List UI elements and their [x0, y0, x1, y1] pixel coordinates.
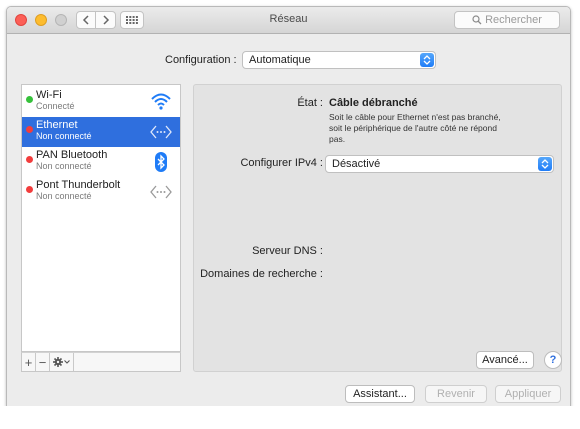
search-field[interactable]: Rechercher — [454, 11, 560, 29]
assistant-button[interactable]: Assistant... — [345, 385, 415, 403]
service-item-thunderbolt-bridge[interactable]: Pont Thunderbolt Non connecté — [22, 177, 180, 207]
service-list-toolbar: + − — [21, 352, 181, 372]
ethernet-icon — [150, 125, 172, 139]
configuration-label: Configuration : — [165, 54, 237, 66]
service-item-bluetooth-pan[interactable]: PAN Bluetooth Non connecté — [22, 147, 180, 177]
service-status: Non connecté — [36, 161, 92, 171]
help-button[interactable]: ? — [544, 351, 562, 369]
advanced-button[interactable]: Avancé... — [476, 351, 534, 369]
status-dot-connected — [26, 96, 33, 103]
gear-icon — [53, 357, 63, 367]
add-service-button[interactable]: + — [22, 353, 36, 371]
apply-button[interactable]: Appliquer — [495, 385, 561, 403]
chevron-down-icon — [64, 360, 70, 364]
configure-ipv4-popup[interactable]: Désactivé — [325, 155, 554, 173]
state-value: Câble débranché — [329, 97, 418, 109]
popup-arrows-icon — [420, 53, 434, 67]
state-label: État : — [297, 97, 323, 109]
configure-ipv4-value: Désactivé — [332, 158, 381, 170]
configuration-popup[interactable]: Automatique — [242, 51, 436, 69]
service-detail-panel: État : Câble débranché Soit le câble pou… — [193, 84, 562, 372]
title-bar: Réseau Rechercher — [7, 7, 570, 34]
service-item-ethernet[interactable]: Ethernet Non connecté — [22, 117, 180, 147]
service-list: Wi-Fi Connecté Ethernet Non connecté PAN… — [21, 84, 181, 352]
service-name: Ethernet — [36, 119, 78, 131]
dns-server-label: Serveur DNS : — [252, 245, 323, 257]
remove-service-button[interactable]: − — [36, 353, 50, 371]
state-description: Soit le câble pour Ethernet n'est pas br… — [329, 112, 501, 144]
search-domains-label: Domaines de recherche : — [200, 268, 323, 280]
revert-button[interactable]: Revenir — [425, 385, 487, 403]
status-dot-disconnected — [26, 156, 33, 163]
service-status: Connecté — [36, 101, 75, 111]
service-status: Non connecté — [36, 191, 92, 201]
status-dot-disconnected — [26, 186, 33, 193]
service-name: Wi-Fi — [36, 89, 62, 101]
wifi-icon — [151, 93, 171, 110]
configuration-value: Automatique — [249, 54, 311, 66]
network-preferences-window: Réseau Rechercher Configuration : Automa… — [6, 6, 571, 407]
configure-ipv4-label: Configurer IPv4 : — [240, 157, 323, 169]
status-dot-disconnected — [26, 126, 33, 133]
service-actions-menu[interactable] — [50, 353, 74, 371]
popup-arrows-icon — [538, 157, 552, 171]
search-icon — [472, 15, 482, 25]
configuration-row: Configuration : Automatique — [7, 51, 570, 69]
search-placeholder: Rechercher — [485, 14, 542, 26]
service-status: Non connecté — [36, 131, 92, 141]
thunderbolt-bridge-icon — [150, 185, 172, 199]
service-name: Pont Thunderbolt — [36, 179, 121, 191]
desktop-background — [0, 406, 580, 429]
bluetooth-icon — [155, 152, 167, 172]
service-item-wifi[interactable]: Wi-Fi Connecté — [22, 87, 180, 117]
service-name: PAN Bluetooth — [36, 149, 108, 161]
